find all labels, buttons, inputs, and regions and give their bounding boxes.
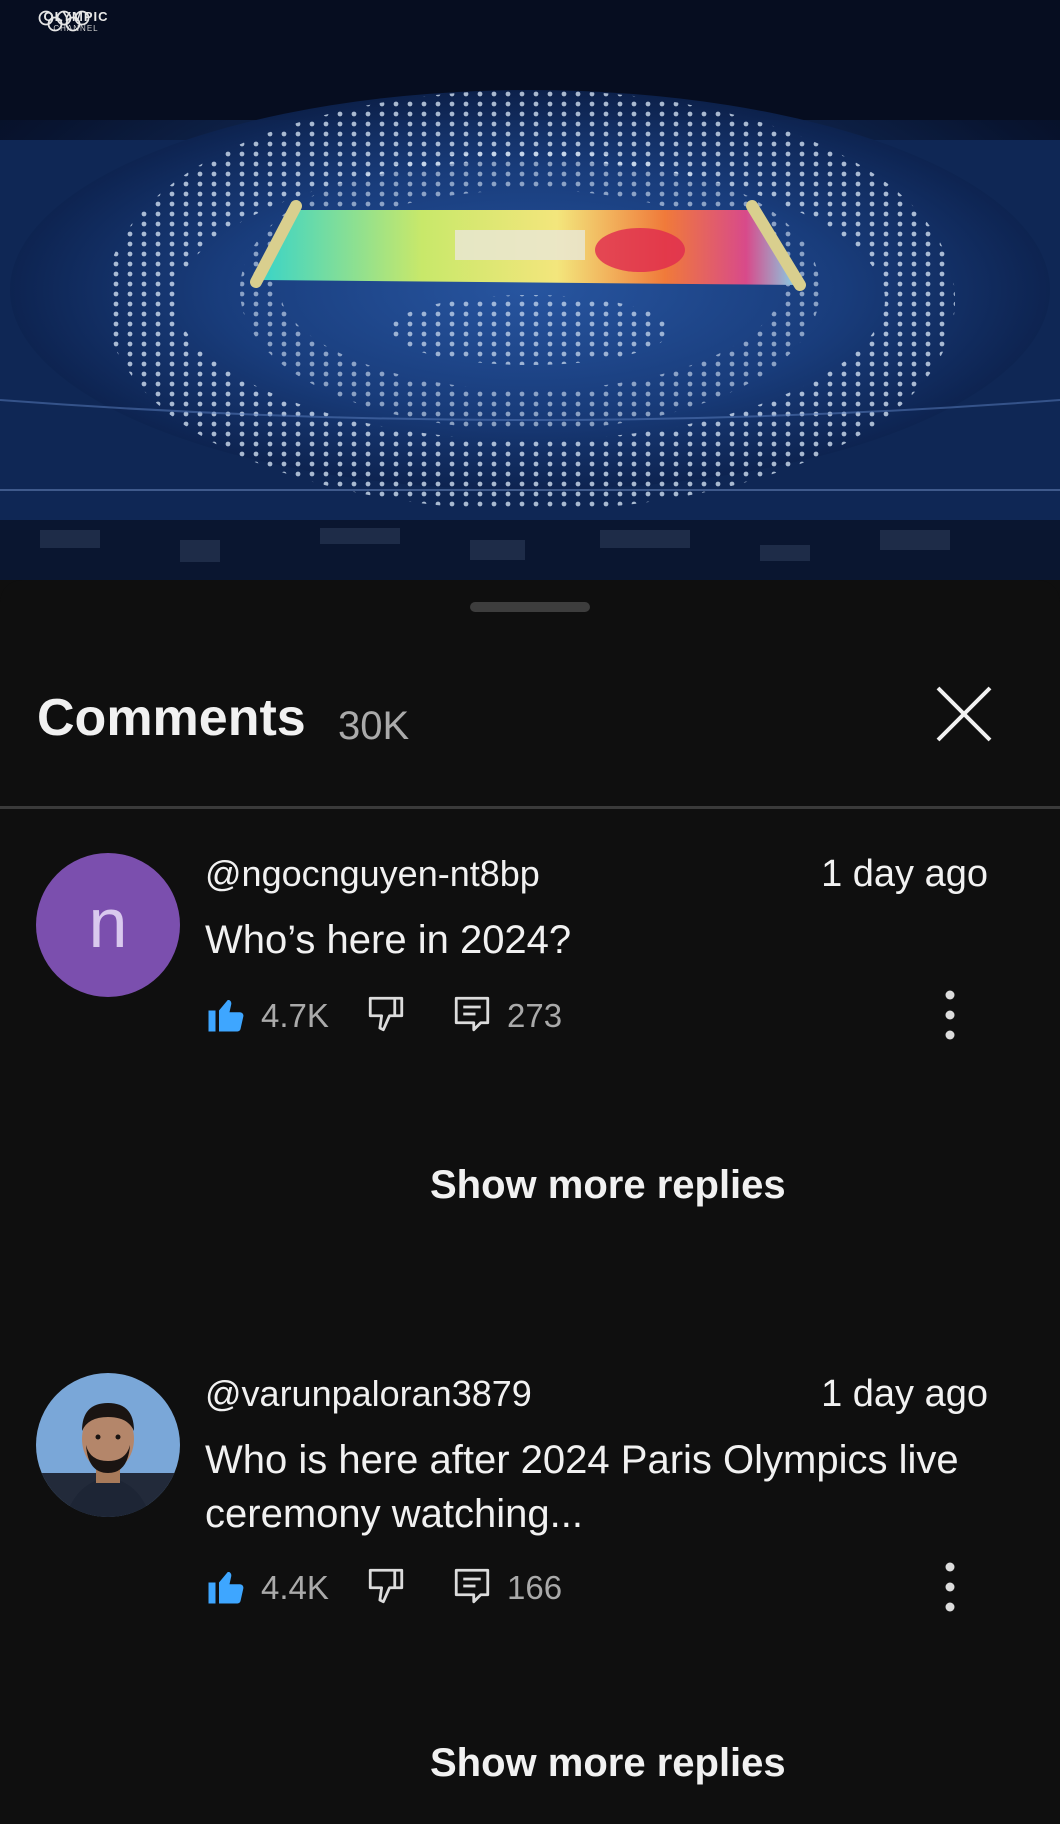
comment-text: Who is here after 2024 Paris Olympics li… bbox=[205, 1438, 959, 1536]
comments-title: Comments bbox=[37, 689, 306, 747]
like-count: 4.4K bbox=[261, 1569, 329, 1606]
reply-icon[interactable] bbox=[451, 993, 493, 1035]
like-icon[interactable] bbox=[205, 1565, 247, 1607]
close-icon bbox=[936, 686, 992, 742]
comment-actions: 4.4K 166 bbox=[205, 1562, 1025, 1615]
avatar[interactable] bbox=[36, 1373, 180, 1517]
show-more-replies-button[interactable]: Show more replies bbox=[430, 1741, 786, 1786]
dislike-icon[interactable] bbox=[365, 993, 407, 1035]
more-options-icon[interactable] bbox=[935, 1557, 965, 1617]
like-count: 4.7K bbox=[261, 997, 329, 1034]
comment-time: 1 day ago bbox=[821, 1373, 988, 1415]
reply-icon[interactable] bbox=[451, 1565, 493, 1607]
like-icon[interactable] bbox=[205, 993, 247, 1035]
header-divider bbox=[0, 806, 1060, 809]
comments-header: Comments 30K bbox=[0, 680, 1060, 760]
show-more-replies-button[interactable]: Show more replies bbox=[430, 1163, 786, 1208]
comment-time: 1 day ago bbox=[821, 853, 988, 895]
avatar[interactable]: n bbox=[36, 853, 180, 997]
comment-text: Who’s here in 2024? bbox=[205, 918, 572, 962]
olympic-channel-logo: OLYMPIC CHANNEL bbox=[36, 10, 116, 66]
more-options-icon[interactable] bbox=[935, 985, 965, 1045]
drag-handle[interactable] bbox=[470, 602, 590, 612]
comments-sheet: Comments 30K n @ngocnguyen-nt8bp 1 day a… bbox=[0, 580, 1060, 1824]
comment-actions: 4.7K 273 bbox=[205, 990, 1025, 1043]
stadium-scene-image bbox=[0, 0, 1060, 580]
comment-item: n @ngocnguyen-nt8bp 1 day ago Who’s here… bbox=[0, 853, 1060, 1253]
video-player[interactable]: OLYMPIC CHANNEL bbox=[0, 0, 1060, 580]
comment-item: @varunpaloran3879 1 day ago Who is here … bbox=[0, 1373, 1060, 1824]
comment-author[interactable]: @varunpaloran3879 bbox=[205, 1373, 532, 1415]
reply-count: 166 bbox=[507, 1569, 563, 1606]
close-button[interactable] bbox=[930, 680, 998, 748]
user-photo-avatar bbox=[36, 1373, 180, 1517]
olympic-rings-icon bbox=[38, 10, 90, 32]
comment-author[interactable]: @ngocnguyen-nt8bp bbox=[205, 853, 540, 895]
dislike-icon[interactable] bbox=[365, 1565, 407, 1607]
comments-count: 30K bbox=[338, 704, 410, 748]
reply-count: 273 bbox=[507, 997, 563, 1034]
